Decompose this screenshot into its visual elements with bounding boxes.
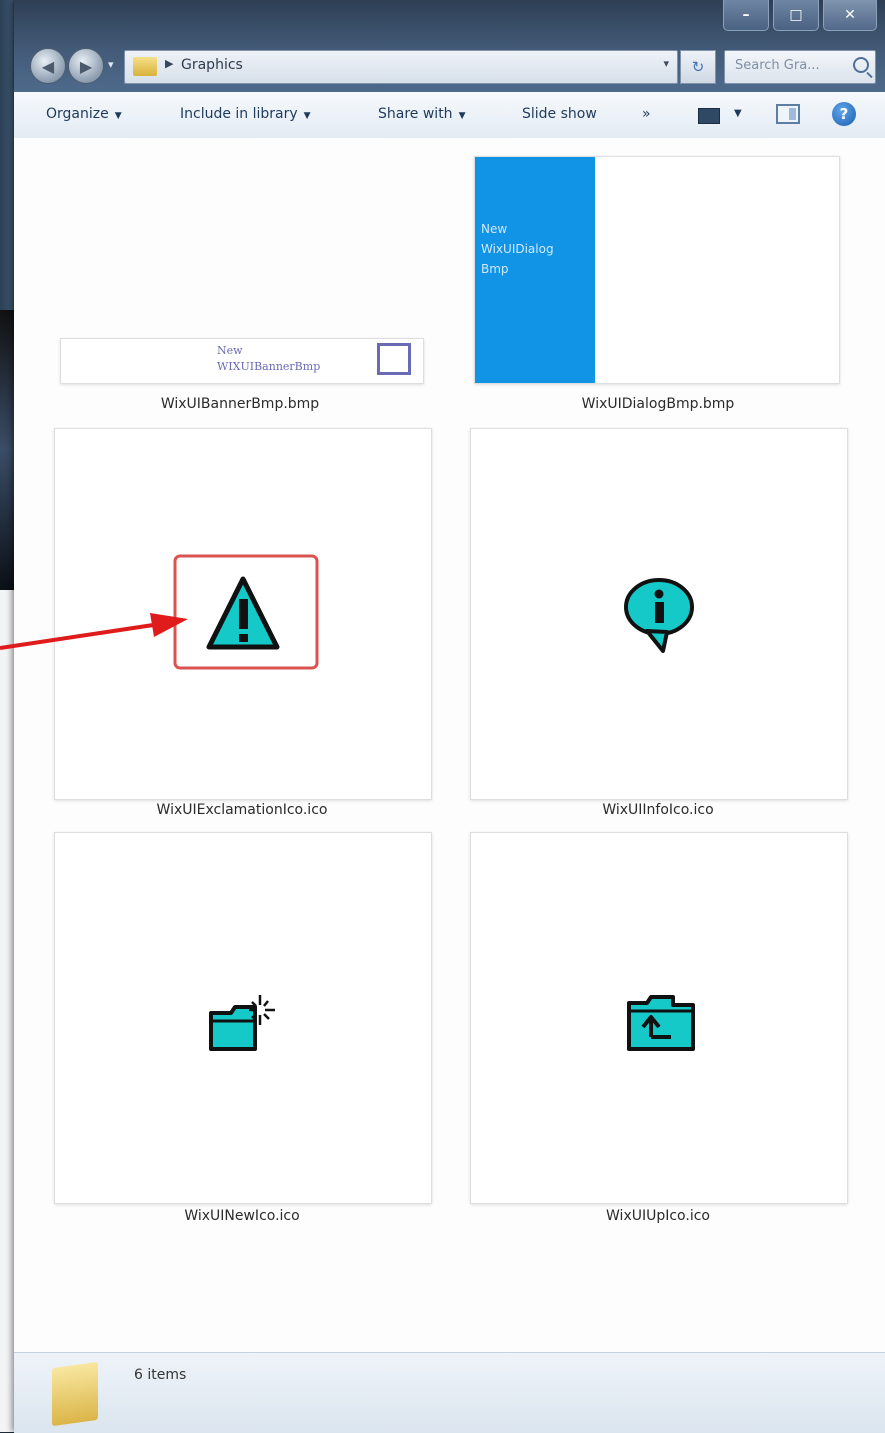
close-button[interactable]: ✕ [823,0,877,31]
explorer-window: – □ ✕ ◀ ▶ ▾ ▶ Graphics ▾ ↻ Search Gra...… [14,0,885,1433]
forward-arrow-icon: ▶ [79,56,93,76]
file-thumbnail-banner[interactable]: New WIXUIBannerBmp [60,338,424,384]
back-arrow-icon: ◀ [41,56,55,76]
warning-exclamation-icon [173,554,319,670]
item-count: 6 items [134,1367,187,1383]
file-thumbnail-exclamation[interactable] [54,428,432,800]
chevron-down-icon: ▼ [458,111,466,121]
new-folder-icon [209,995,275,1051]
refresh-icon: ↻ [691,58,705,76]
organize-menu[interactable]: Organize ▼ [46,106,122,122]
caption-buttons: – □ ✕ [719,0,877,32]
recent-pages-dropdown[interactable]: ▾ [108,58,114,71]
share-with-menu[interactable]: Share with ▼ [378,106,465,122]
more-commands-button[interactable]: » [642,106,651,122]
dialog-thumbnail-line: WixUIDialog [481,242,554,256]
banner-thumbnail-line: WIXUIBannerBmp [217,360,321,373]
chevron-down-icon: ▼ [303,111,311,121]
file-thumbnail-new[interactable] [54,832,432,1204]
slide-show-button[interactable]: Slide show [522,106,597,122]
title-bar: – □ ✕ ◀ ▶ ▾ ▶ Graphics ▾ ↻ Search Gra... [14,0,885,92]
maximize-button[interactable]: □ [773,0,819,31]
dialog-thumbnail-blue-panel: New WixUIDialog Bmp [475,157,595,383]
file-thumbnail-info[interactable] [470,428,848,800]
folder-up-icon [627,995,695,1051]
back-button[interactable]: ◀ [30,48,66,84]
refresh-button[interactable]: ↻ [680,50,716,84]
folder-icon [133,57,157,76]
banner-thumbnail-text: New WIXUIBannerBmp [217,343,320,375]
breadcrumb-separator-icon[interactable]: ▶ [165,57,173,70]
preview-pane-icon[interactable] [776,104,800,124]
change-view-icon[interactable] [698,108,720,124]
file-name-label[interactable]: WixUIBannerBmp.bmp [90,396,390,412]
background-window-panel [0,310,14,590]
dialog-thumbnail-text: New WixUIDialog Bmp [481,219,554,279]
search-input[interactable]: Search Gra... [724,50,876,84]
search-icon [853,57,869,73]
chevron-down-icon: ▼ [114,111,122,121]
organize-label: Organize [46,106,109,122]
share-with-label: Share with [378,106,453,122]
banner-thumbnail-square [377,343,411,375]
folder-icon [52,1361,98,1427]
info-bubble-icon [624,578,694,653]
view-dropdown-icon[interactable]: ▼ [734,108,742,119]
help-icon[interactable]: ? [832,102,856,126]
include-in-library-menu[interactable]: Include in library ▼ [180,106,311,122]
command-bar: Organize ▼ Include in library ▼ Share with… [14,92,885,139]
file-view: New WIXUIBannerBmp WixUIBannerBmp.bmp Ne… [14,138,885,1352]
minimize-button[interactable]: – [723,0,769,31]
file-name-label[interactable]: WixUIUpIco.ico [508,1208,808,1224]
file-thumbnail-up[interactable] [470,832,848,1204]
address-dropdown-icon[interactable]: ▾ [663,57,669,70]
status-bar: 6 items [14,1352,885,1433]
dialog-thumbnail-line: New [481,222,508,236]
address-bar[interactable]: ▶ Graphics ▾ [124,50,678,84]
search-placeholder: Search Gra... [735,58,820,73]
banner-thumbnail-line: New [217,344,243,357]
include-in-library-label: Include in library [180,106,298,122]
file-name-label[interactable]: WixUINewIco.ico [92,1208,392,1224]
file-name-label[interactable]: WixUIExclamationIco.ico [92,802,392,818]
file-name-label[interactable]: WixUIDialogBmp.bmp [508,396,808,412]
dialog-thumbnail-line: Bmp [481,262,509,276]
file-name-label[interactable]: WixUIInfoIco.ico [508,802,808,818]
forward-button[interactable]: ▶ [68,48,104,84]
file-thumbnail-dialog[interactable]: New WixUIDialog Bmp [474,156,840,384]
breadcrumb-graphics[interactable]: Graphics [181,57,243,73]
